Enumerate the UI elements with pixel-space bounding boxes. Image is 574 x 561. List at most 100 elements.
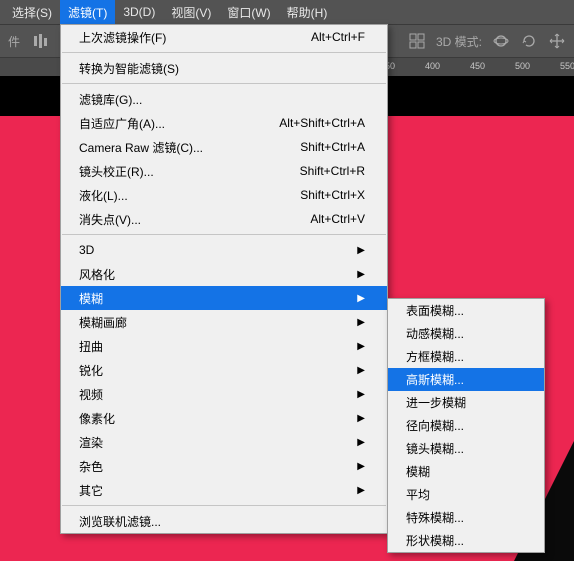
- menu-item-shortcut: Alt+Ctrl+F: [311, 30, 365, 44]
- menu-3d-sub[interactable]: 3D ▶: [61, 238, 387, 262]
- pan-icon[interactable]: [548, 32, 566, 50]
- menu-stylize[interactable]: 风格化 ▶: [61, 262, 387, 286]
- submenu-arrow-icon: ▶: [357, 341, 365, 352]
- menu-liquify[interactable]: 液化(L)... Shift+Ctrl+X: [61, 183, 387, 207]
- menu-item-shortcut: Alt+Shift+Ctrl+A: [279, 116, 365, 130]
- align-icon[interactable]: [32, 32, 50, 50]
- submenu-arrow-icon: ▶: [357, 293, 365, 304]
- submenu-arrow-icon: ▶: [357, 389, 365, 400]
- menu-item-label: 镜头校正(R)...: [79, 163, 154, 180]
- menu-filter[interactable]: 滤镜(T): [60, 0, 115, 25]
- menu-adaptive-wide-angle[interactable]: 自适应广角(A)... Alt+Shift+Ctrl+A: [61, 111, 387, 135]
- menu-box-blur[interactable]: 方框模糊...: [388, 345, 544, 368]
- menu-render[interactable]: 渲染 ▶: [61, 430, 387, 454]
- menu-item-label: 液化(L)...: [79, 187, 128, 204]
- menu-item-label: 消失点(V)...: [79, 211, 141, 228]
- submenu-arrow-icon: ▶: [357, 317, 365, 328]
- ruler-tick: 550: [560, 61, 574, 71]
- menubar: 选择(S) 滤镜(T) 3D(D) 视图(V) 窗口(W) 帮助(H): [0, 0, 574, 24]
- menu-smart-blur[interactable]: 特殊模糊...: [388, 506, 544, 529]
- menu-radial-blur[interactable]: 径向模糊...: [388, 414, 544, 437]
- menu-item-label: 表面模糊...: [406, 302, 464, 319]
- toolbar-label: 件: [8, 33, 20, 50]
- submenu-arrow-icon: ▶: [357, 413, 365, 424]
- menu-item-label: 上次滤镜操作(F): [79, 29, 166, 46]
- menu-browse-online[interactable]: 浏览联机滤镜...: [61, 509, 387, 533]
- menu-separator: [62, 234, 386, 235]
- menu-item-label: 扭曲: [79, 338, 103, 355]
- rotate-icon[interactable]: [520, 32, 538, 50]
- menu-item-label: 锐化: [79, 362, 103, 379]
- grid-icon[interactable]: [408, 32, 426, 50]
- menu-item-label: 动感模糊...: [406, 325, 464, 342]
- menu-item-label: 滤镜库(G)...: [79, 91, 142, 108]
- menu-average[interactable]: 平均: [388, 483, 544, 506]
- menu-pixelate[interactable]: 像素化 ▶: [61, 406, 387, 430]
- menu-blur-gallery[interactable]: 模糊画廊▶: [61, 310, 387, 334]
- submenu-arrow-icon: ▶: [357, 485, 365, 496]
- menu-item-label: 径向模糊...: [406, 417, 464, 434]
- menu-view[interactable]: 视图(V): [163, 0, 219, 25]
- menu-help[interactable]: 帮助(H): [279, 0, 336, 25]
- menu-item-label: 模糊: [79, 290, 103, 307]
- menu-blur-simple[interactable]: 模糊: [388, 460, 544, 483]
- menu-smart-filter[interactable]: 转换为智能滤镜(S): [61, 56, 387, 80]
- menu-select[interactable]: 选择(S): [4, 0, 60, 25]
- menu-item-label: 风格化: [79, 266, 115, 283]
- menu-item-label: 转换为智能滤镜(S): [79, 60, 179, 77]
- ruler-tick: 500: [515, 61, 530, 71]
- menu-item-label: 特殊模糊...: [406, 509, 464, 526]
- menu-other[interactable]: 其它 ▶: [61, 478, 387, 502]
- orbit-icon[interactable]: [492, 32, 510, 50]
- menu-motion-blur[interactable]: 动感模糊...: [388, 322, 544, 345]
- menu-item-shortcut: Shift+Ctrl+X: [300, 188, 365, 202]
- filter-menu: 上次滤镜操作(F) Alt+Ctrl+F 转换为智能滤镜(S) 滤镜库(G)..…: [60, 24, 388, 534]
- menu-3d[interactable]: 3D(D): [115, 1, 163, 23]
- menu-last-filter[interactable]: 上次滤镜操作(F) Alt+Ctrl+F: [61, 25, 387, 49]
- menu-separator: [62, 83, 386, 84]
- menu-item-label: 高斯模糊...: [406, 371, 464, 388]
- menu-item-label: 平均: [406, 486, 430, 503]
- menu-lens-correction[interactable]: 镜头校正(R)... Shift+Ctrl+R: [61, 159, 387, 183]
- menu-blur-more[interactable]: 进一步模糊: [388, 391, 544, 414]
- menu-item-label: 方框模糊...: [406, 348, 464, 365]
- menu-item-label: 渲染: [79, 434, 103, 451]
- menu-item-label: 3D: [79, 243, 94, 257]
- menu-item-shortcut: Alt+Ctrl+V: [310, 212, 365, 226]
- menu-blur[interactable]: 模糊 ▶: [61, 286, 387, 310]
- menu-item-label: Camera Raw 滤镜(C)...: [79, 139, 203, 156]
- menu-item-shortcut: Shift+Ctrl+A: [300, 140, 365, 154]
- menu-item-label: 镜头模糊...: [406, 440, 464, 457]
- menu-window[interactable]: 窗口(W): [219, 0, 278, 25]
- menu-video[interactable]: 视频 ▶: [61, 382, 387, 406]
- menu-filter-gallery[interactable]: 滤镜库(G)...: [61, 87, 387, 111]
- menu-item-label: 形状模糊...: [406, 532, 464, 549]
- menu-distort[interactable]: 扭曲 ▶: [61, 334, 387, 358]
- menu-item-label: 浏览联机滤镜...: [79, 513, 161, 530]
- menu-separator: [62, 52, 386, 53]
- submenu-arrow-icon: ▶: [357, 437, 365, 448]
- menu-separator: [62, 505, 386, 506]
- menu-item-label: 自适应广角(A)...: [79, 115, 165, 132]
- submenu-arrow-icon: ▶: [357, 245, 365, 256]
- menu-item-label: 进一步模糊: [406, 394, 466, 411]
- menu-shape-blur[interactable]: 形状模糊...: [388, 529, 544, 552]
- menu-item-label: 模糊: [406, 463, 430, 480]
- menu-item-label: 视频: [79, 386, 103, 403]
- menu-noise[interactable]: 杂色 ▶: [61, 454, 387, 478]
- menu-item-shortcut: Shift+Ctrl+R: [300, 164, 365, 178]
- menu-vanishing-point[interactable]: 消失点(V)... Alt+Ctrl+V: [61, 207, 387, 231]
- submenu-arrow-icon: ▶: [357, 461, 365, 472]
- menu-item-label: 其它: [79, 482, 103, 499]
- ruler-tick: 450: [470, 61, 485, 71]
- menu-camera-raw[interactable]: Camera Raw 滤镜(C)... Shift+Ctrl+A: [61, 135, 387, 159]
- menu-sharpen[interactable]: 锐化 ▶: [61, 358, 387, 382]
- menu-surface-blur[interactable]: 表面模糊...: [388, 299, 544, 322]
- menu-gaussian-blur[interactable]: 高斯模糊...: [388, 368, 544, 391]
- submenu-arrow-icon: ▶: [357, 269, 365, 280]
- menu-item-label: 像素化: [79, 410, 115, 427]
- ruler-tick: 400: [425, 61, 440, 71]
- menu-lens-blur[interactable]: 镜头模糊...: [388, 437, 544, 460]
- submenu-arrow-icon: ▶: [357, 365, 365, 376]
- menu-item-label: 杂色: [79, 458, 103, 475]
